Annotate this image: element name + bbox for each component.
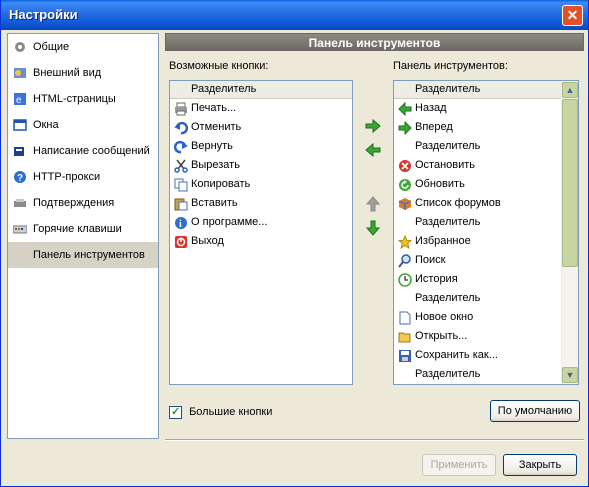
list-item[interactable]: Разделитель — [394, 213, 578, 232]
sidebar-item-label: Окна — [33, 119, 59, 131]
sidebar-item-appearance[interactable]: Внешний вид — [8, 60, 158, 86]
list-item[interactable]: Разделитель — [394, 137, 578, 156]
checkmark-icon: ✓ — [171, 405, 181, 418]
about-icon: i — [175, 217, 187, 230]
list-item[interactable]: Вставить — [170, 194, 352, 213]
window-title: Настройки — [9, 7, 78, 22]
print-icon — [175, 102, 187, 116]
scroll-up-button[interactable]: ▲ — [562, 82, 578, 98]
sidebar-item-general[interactable]: Общие — [8, 34, 158, 60]
appearance-icon — [14, 68, 26, 78]
list-item[interactable]: Печать... — [170, 99, 352, 118]
svg-text:e: e — [16, 95, 22, 106]
help-icon: ? — [14, 171, 26, 184]
forums-icon — [398, 198, 412, 210]
redo-icon — [174, 140, 188, 154]
star-icon — [398, 235, 412, 249]
toolbar-buttons-label: Панель инструментов: — [393, 60, 508, 72]
globe-icon: e — [14, 93, 26, 106]
save-icon — [399, 350, 411, 362]
sidebar-item-label: HTML-страницы — [33, 93, 116, 105]
scroll-thumb[interactable] — [562, 99, 578, 267]
search-icon — [398, 254, 411, 268]
compose-icon — [14, 147, 24, 156]
list-item[interactable]: Открыть... — [394, 327, 578, 346]
close-button[interactable]: Закрыть — [503, 454, 577, 476]
sidebar-item-compose[interactable]: Написание сообщений — [8, 138, 158, 164]
close-window-button[interactable]: ✕ — [562, 5, 583, 26]
list-item[interactable]: Список форумов — [394, 194, 578, 213]
list-item[interactable]: Вырезать — [170, 156, 352, 175]
keyboard-icon — [13, 225, 27, 234]
back-icon — [398, 102, 412, 116]
scroll-down-button[interactable]: ▼ — [562, 367, 578, 383]
available-buttons-list[interactable]: Разделитель Печать... Отменить Вернуть В… — [169, 80, 353, 385]
sidebar-item-label: Написание сообщений — [33, 145, 150, 157]
cut-icon — [174, 159, 188, 173]
forward-icon — [398, 121, 412, 135]
list-item[interactable]: Остановить — [394, 156, 578, 175]
sidebar-item-label: Подтверждения — [33, 197, 115, 209]
settings-sidebar: Общие Внешний вид e HTML-страницы Окна Н… — [7, 33, 159, 439]
panel-header: Панель инструментов — [165, 33, 584, 51]
exit-icon — [175, 236, 187, 248]
history-icon — [398, 273, 412, 287]
sidebar-item-toolbar[interactable]: Панель инструментов — [8, 242, 158, 268]
list-item[interactable]: Назад — [394, 99, 578, 118]
list-item[interactable]: Вперед — [394, 118, 578, 137]
sidebar-item-http-proxy[interactable]: ? HTTP-прокси — [8, 164, 158, 190]
list-item[interactable]: Вернуть — [170, 137, 352, 156]
sidebar-item-windows[interactable]: Окна — [8, 112, 158, 138]
gear-icon — [15, 42, 25, 52]
available-buttons-label: Возможные кнопки: — [169, 60, 269, 72]
list-item[interactable]: Разделитель — [394, 365, 578, 384]
undo-icon — [174, 121, 188, 135]
open-icon — [398, 332, 411, 343]
add-to-toolbar-arrow-icon[interactable] — [365, 118, 381, 134]
list-item[interactable]: Выход — [170, 232, 352, 251]
sidebar-item-label: Горячие клавиши — [33, 223, 122, 235]
list-item[interactable]: Избранное — [394, 232, 578, 251]
big-buttons-checkbox[interactable]: ✓ — [169, 405, 182, 419]
move-up-arrow-icon[interactable] — [365, 196, 381, 212]
big-buttons-label: Большие кнопки — [189, 406, 273, 418]
apply-button[interactable]: Применить — [422, 454, 496, 476]
defaults-button[interactable]: По умолчанию — [490, 400, 580, 422]
list-item[interactable]: Копировать — [170, 175, 352, 194]
remove-from-toolbar-arrow-icon[interactable] — [365, 142, 381, 158]
toolbar-buttons-list[interactable]: Разделитель Назад Вперед Разделитель Ост… — [393, 80, 579, 385]
list-item[interactable]: Поиск — [394, 251, 578, 270]
list-item[interactable]: Отменить — [170, 118, 352, 137]
divider — [165, 439, 584, 441]
sidebar-item-html-pages[interactable]: e HTML-страницы — [8, 86, 158, 112]
sidebar-item-label: Внешний вид — [33, 67, 102, 79]
stop-icon — [399, 160, 411, 172]
svg-text:?: ? — [17, 173, 23, 184]
paste-icon — [174, 198, 188, 211]
sidebar-item-label: HTTP-прокси — [33, 171, 101, 183]
confirm-icon — [14, 199, 26, 207]
window-icon — [13, 119, 27, 131]
list-item[interactable]: Разделитель — [394, 289, 578, 308]
sidebar-item-label: Панель инструментов — [33, 249, 145, 261]
title-bar[interactable]: Настройки ✕ — [1, 0, 588, 30]
big-buttons-option[interactable]: ✓ Большие кнопки — [169, 404, 272, 420]
list-item[interactable]: i О программе... — [170, 213, 352, 232]
sidebar-item-label: Общие — [33, 41, 70, 53]
move-down-arrow-icon[interactable] — [365, 220, 381, 236]
list-item[interactable]: Разделитель — [170, 81, 352, 99]
copy-icon — [174, 178, 188, 192]
list-item[interactable]: Разделитель — [394, 81, 578, 99]
sidebar-item-confirmations[interactable]: Подтверждения — [8, 190, 158, 216]
sidebar-item-hotkeys[interactable]: Горячие клавиши — [8, 216, 158, 242]
new-window-icon — [399, 311, 411, 325]
list-item[interactable]: История — [394, 270, 578, 289]
refresh-icon — [399, 179, 411, 191]
toolbar-list-scrollbar[interactable]: ▲ ▼ — [561, 81, 578, 384]
svg-text:i: i — [179, 219, 182, 230]
list-item[interactable]: Сохранить как... — [394, 346, 578, 365]
list-item[interactable]: Обновить — [394, 175, 578, 194]
list-item[interactable]: Новое окно — [394, 308, 578, 327]
settings-window: Настройки ✕ Общие Внешний вид e HTML-стр… — [0, 0, 589, 487]
